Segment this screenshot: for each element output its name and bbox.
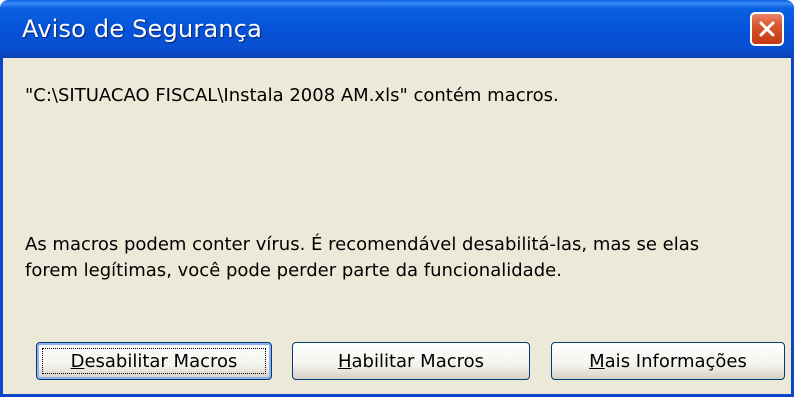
accelerator-key: H xyxy=(337,350,352,372)
label-rest: abilitar Macros xyxy=(351,350,485,372)
more-info-label: Mais Informações xyxy=(589,351,747,372)
title-bar[interactable]: Aviso de Segurança xyxy=(0,0,794,58)
warning-text-line-2: forem legítimas, você pode perder parte … xyxy=(25,260,562,281)
warning-text-line-1: As macros podem conter vírus. É recomend… xyxy=(25,234,700,255)
disable-macros-label: Desabilitar Macros xyxy=(71,351,238,372)
dialog-body: "C:\SITUACAO FISCAL\Instala 2008 AM.xls"… xyxy=(0,58,794,397)
label-rest: ais Informações xyxy=(604,350,747,372)
accelerator-key: D xyxy=(70,350,85,372)
window-title: Aviso de Segurança xyxy=(22,15,263,43)
enable-macros-button[interactable]: Habilitar Macros xyxy=(292,342,530,380)
label-rest: esabilitar Macros xyxy=(84,350,238,372)
file-message: "C:\SITUACAO FISCAL\Instala 2008 AM.xls"… xyxy=(25,85,559,106)
disable-macros-button[interactable]: Desabilitar Macros xyxy=(36,342,272,380)
close-icon xyxy=(759,21,775,37)
accelerator-key: M xyxy=(589,350,605,372)
more-info-button[interactable]: Mais Informações xyxy=(551,342,785,380)
enable-macros-label: Habilitar Macros xyxy=(338,351,484,372)
close-button[interactable] xyxy=(750,12,784,46)
